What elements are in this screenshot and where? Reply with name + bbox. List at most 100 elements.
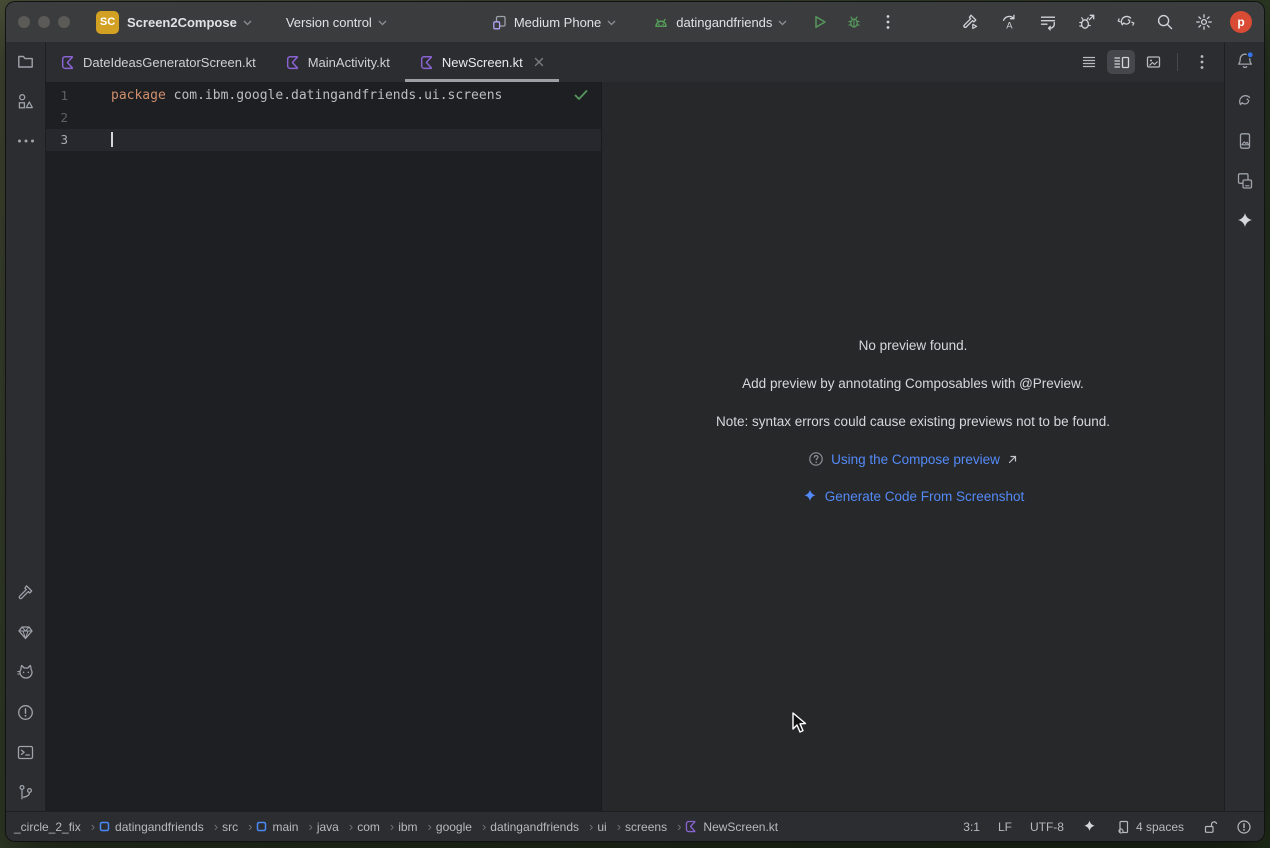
running-devices-button[interactable] — [1231, 127, 1259, 155]
settings-button[interactable] — [1191, 9, 1217, 35]
write-access-widget[interactable] — [1202, 819, 1218, 835]
debug-bug-icon — [846, 14, 862, 30]
build-button[interactable] — [957, 9, 983, 35]
tab-mainactivity[interactable]: MainActivity.kt — [271, 42, 405, 82]
structure-tool-button[interactable] — [12, 87, 40, 115]
gemini-tool-button[interactable] — [1231, 207, 1259, 235]
kebab-menu-icon — [1200, 54, 1204, 70]
code-line-current: 3 — [46, 129, 601, 151]
breadcrumb-item[interactable]: com — [357, 819, 394, 834]
warning-circle-icon — [16, 703, 35, 722]
breadcrumb-item[interactable]: src — [222, 819, 252, 834]
ai-status-widget[interactable] — [1082, 819, 1097, 834]
gradle-tool-button[interactable] — [1231, 87, 1259, 115]
app-quality-insights-button[interactable] — [12, 618, 40, 646]
divider — [1177, 53, 1178, 71]
user-avatar[interactable]: p — [1230, 11, 1252, 33]
line-separator-widget[interactable]: LF — [998, 820, 1012, 834]
spark-icon — [1082, 819, 1097, 834]
unlocked-padlock-icon — [1202, 819, 1218, 835]
breadcrumb-item[interactable]: ibm — [398, 819, 432, 834]
code-token: com.ibm.google.datingandfriends.ui.scree… — [166, 88, 503, 103]
gradle-sync-button[interactable] — [1113, 9, 1139, 35]
search-icon — [1155, 12, 1175, 32]
generate-code-from-screenshot-link[interactable]: Generate Code From Screenshot — [825, 489, 1025, 504]
breadcrumb-item[interactable]: datingandfriends — [99, 819, 218, 834]
build-hammer-icon — [960, 12, 980, 32]
code-line: 2 — [46, 107, 601, 129]
code-text: package com.ibm.google.datingandfriends.… — [108, 85, 502, 107]
ai-rename-button[interactable]: A — [996, 9, 1022, 35]
bug-arrow-icon — [1077, 12, 1097, 32]
more-tool-windows-button[interactable] — [12, 127, 40, 155]
project-selector[interactable]: Screen2Compose — [127, 15, 252, 30]
run-config-name: datingandfriends — [676, 15, 772, 30]
device-manager-button[interactable] — [1231, 167, 1259, 195]
code-text — [108, 129, 113, 151]
version-control-tool-button[interactable] — [12, 778, 40, 806]
build-tool-window-button[interactable] — [12, 578, 40, 606]
breadcrumb: _circle_2_fix datingandfriends src main … — [14, 819, 778, 834]
editor-options-button[interactable] — [1188, 50, 1216, 74]
problems-tool-button[interactable] — [12, 698, 40, 726]
inspections-widget[interactable] — [573, 88, 589, 102]
breadcrumb-item[interactable]: datingandfriends — [490, 819, 593, 834]
breadcrumb-item[interactable]: ui — [597, 819, 621, 834]
code-view-icon — [1081, 54, 1097, 70]
android-icon — [652, 14, 670, 31]
code-view-button[interactable] — [1075, 50, 1103, 74]
project-tool-button[interactable] — [12, 47, 40, 75]
close-window-button[interactable] — [18, 16, 30, 28]
kotlin-file-icon — [61, 55, 76, 70]
svg-text:A: A — [1006, 21, 1013, 32]
module-icon — [256, 821, 267, 832]
breadcrumb-item-file[interactable]: NewScreen.kt — [685, 820, 778, 834]
breadcrumb-item[interactable]: _circle_2_fix — [14, 819, 95, 834]
breadcrumb-item[interactable]: screens — [625, 819, 681, 834]
design-view-icon — [1145, 54, 1162, 70]
split-view-icon — [1113, 54, 1130, 70]
local-history-button[interactable] — [1035, 9, 1061, 35]
gear-icon — [1194, 12, 1214, 32]
gradle-elephant-icon — [1234, 91, 1255, 111]
search-everywhere-button[interactable] — [1152, 9, 1178, 35]
minimize-window-button[interactable] — [38, 16, 50, 28]
breadcrumb-item[interactable]: main — [256, 819, 312, 834]
check-icon — [573, 88, 589, 102]
version-control-menu[interactable]: Version control — [286, 15, 387, 30]
tab-dateideasgeneratorscreen[interactable]: DateIdeasGeneratorScreen.kt — [46, 42, 271, 82]
more-run-options-button[interactable] — [875, 9, 901, 35]
syntax-error-note: Note: syntax errors could cause existing… — [602, 413, 1224, 430]
window-controls — [18, 16, 70, 28]
git-branch-icon — [16, 783, 35, 802]
device-manager-icon — [1235, 171, 1255, 191]
caret-position-widget[interactable]: 3:1 — [963, 820, 980, 834]
inspection-highlight-widget[interactable] — [1236, 819, 1252, 835]
run-button[interactable] — [807, 9, 833, 35]
external-link-icon — [1007, 454, 1018, 465]
maximize-window-button[interactable] — [58, 16, 70, 28]
breadcrumb-item[interactable]: java — [317, 819, 353, 834]
notifications-button[interactable] — [1231, 47, 1259, 75]
chevron-down-icon — [243, 20, 252, 26]
split-view-button[interactable] — [1107, 50, 1135, 74]
attach-debugger-button[interactable] — [1074, 9, 1100, 35]
terminal-tool-button[interactable] — [12, 738, 40, 766]
keyword-token: package — [111, 88, 166, 103]
design-view-button[interactable] — [1139, 50, 1167, 74]
device-selector[interactable]: Medium Phone — [491, 14, 616, 31]
indent-widget[interactable]: 4 spaces — [1115, 819, 1184, 835]
logcat-tool-button[interactable] — [12, 658, 40, 686]
code-editor[interactable]: 1 package com.ibm.google.datingandfriend… — [46, 82, 602, 811]
compose-preview-help-link[interactable]: Using the Compose preview — [831, 452, 1000, 467]
code-line: 1 package com.ibm.google.datingandfriend… — [46, 85, 601, 107]
line-number: 1 — [46, 85, 108, 107]
debug-button[interactable] — [841, 9, 867, 35]
encoding-widget[interactable]: UTF-8 — [1030, 820, 1064, 834]
breadcrumb-item[interactable]: google — [436, 819, 486, 834]
module-icon — [99, 821, 110, 832]
close-tab-icon[interactable] — [534, 57, 544, 67]
folder-icon — [16, 52, 35, 71]
tab-newscreen[interactable]: NewScreen.kt — [405, 42, 559, 82]
run-configuration-selector[interactable]: datingandfriends — [652, 14, 787, 31]
